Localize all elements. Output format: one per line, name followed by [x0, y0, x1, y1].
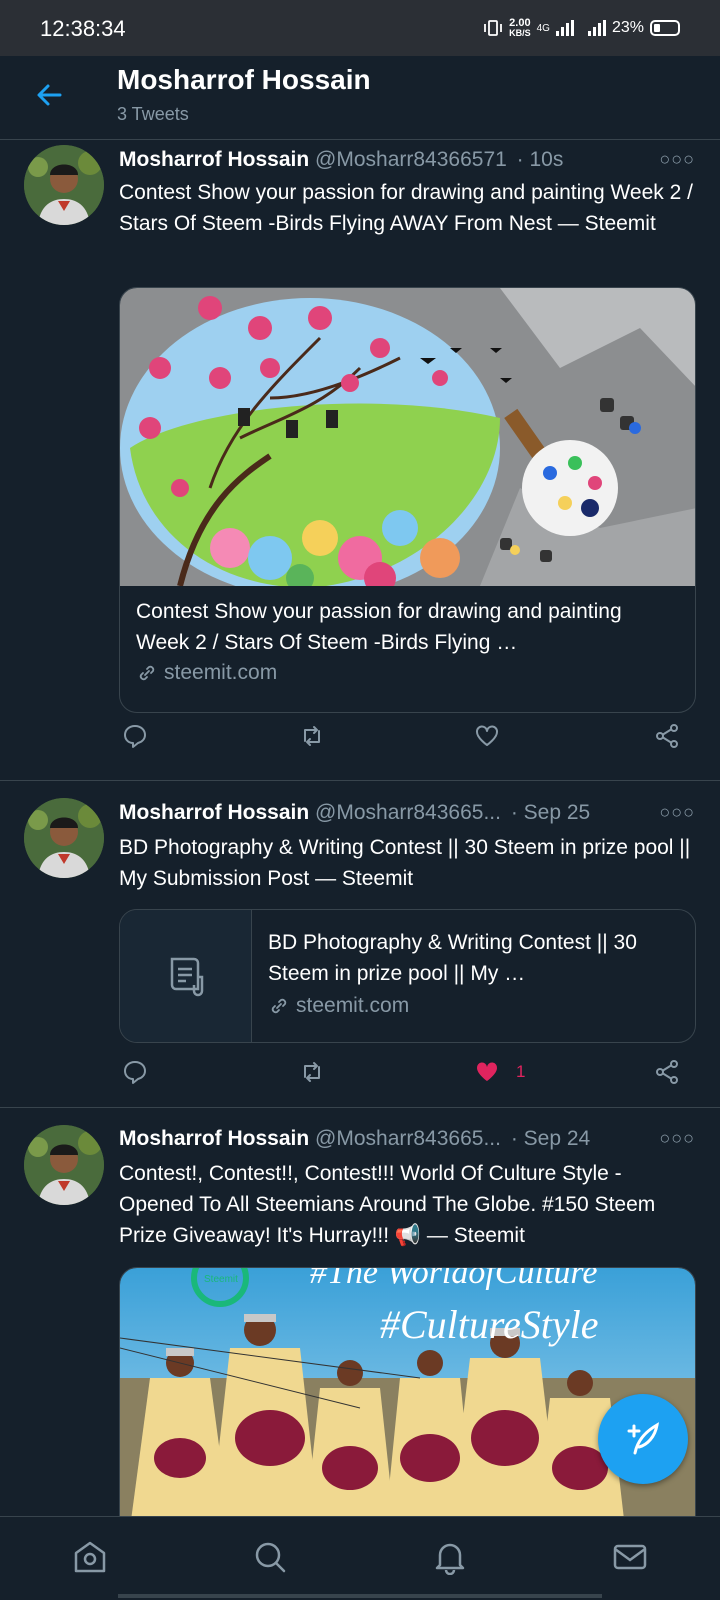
- tweet-handle: @Mosharr843665...: [315, 1127, 501, 1150]
- tweet-actions: 1: [119, 1059, 699, 1089]
- media-image[interactable]: Steemit #The WorldofCulture #CultureStyl…: [119, 1267, 696, 1527]
- home-icon: [74, 1541, 106, 1573]
- page-title: Mosharrof Hossain: [117, 64, 371, 95]
- link-card[interactable]: BD Photography & Writing Contest || 30 S…: [119, 909, 696, 1043]
- like-count: 1: [516, 1062, 526, 1081]
- heart-filled-icon: [476, 1062, 498, 1081]
- signal-icon-2: [587, 20, 606, 36]
- status-time: 12:38:34: [40, 16, 126, 41]
- card-thumbnail: [120, 910, 252, 1042]
- tweet-actions: [119, 723, 699, 753]
- reply-button[interactable]: [122, 1059, 148, 1085]
- link-icon: [139, 665, 155, 681]
- tweet-count: 3 Tweets: [117, 104, 189, 124]
- tweet-author[interactable]: Mosharrof Hossain @Mosharr843665... · Se…: [119, 1127, 590, 1151]
- tweet-time: · 10s: [516, 148, 564, 171]
- reply-icon: [124, 1061, 146, 1084]
- bottom-navigation: [0, 1516, 720, 1600]
- card-title: BD Photography & Writing Contest || 30 S…: [268, 931, 637, 985]
- retweet-button[interactable]: [299, 1059, 325, 1085]
- mail-icon: [613, 1544, 647, 1570]
- like-button[interactable]: 1: [474, 1059, 525, 1085]
- tweet-author[interactable]: Mosharrof Hossain @Mosharr843665... · Se…: [119, 801, 590, 825]
- more-options-icon[interactable]: ○○○: [659, 802, 695, 823]
- signal-icon: [555, 20, 574, 36]
- nav-search[interactable]: [250, 1537, 290, 1577]
- document-icon: [170, 957, 203, 997]
- status-bar: 12:38:34 2.00 KB/S 4G 23%: [0, 0, 720, 56]
- more-options-icon[interactable]: ○○○: [659, 149, 695, 170]
- tweet-time: · Sep 24: [510, 1127, 591, 1150]
- retweet-icon: [304, 1062, 320, 1082]
- avatar[interactable]: [24, 798, 104, 878]
- reply-icon: [124, 725, 146, 748]
- avatar[interactable]: [24, 1125, 104, 1205]
- avatar[interactable]: [24, 145, 104, 225]
- network-type: 4G: [536, 22, 550, 34]
- link-card[interactable]: Contest Show your passion for drawing an…: [119, 287, 696, 713]
- compose-icon: [627, 1422, 660, 1455]
- like-button[interactable]: [474, 723, 500, 749]
- tweet-text: BD Photography & Writing Contest || 30 S…: [119, 836, 691, 890]
- share-button[interactable]: [654, 1059, 680, 1085]
- share-icon: [656, 1060, 678, 1084]
- nav-notifications[interactable]: [430, 1537, 470, 1577]
- profile-header: Mosharrof Hossain 3 Tweets: [0, 56, 720, 140]
- share-button[interactable]: [654, 723, 680, 749]
- status-icons: 2.00 KB/S 4G 23%: [483, 18, 680, 38]
- image-line-2: #CultureStyle: [380, 1302, 598, 1347]
- battery-percent: 23%: [611, 19, 644, 36]
- tweet-item[interactable]: Mosharrof Hossain @Mosharr843665... · Se…: [0, 782, 720, 1108]
- card-domain: steemit.com: [268, 994, 409, 1018]
- card-image: [120, 288, 695, 586]
- link-icon: [271, 998, 287, 1014]
- image-line-1: #The WorldofCulture: [310, 1268, 597, 1291]
- tweet-time: · Sep 25: [510, 801, 591, 824]
- image-badge: Steemit: [204, 1274, 238, 1285]
- search-icon: [255, 1542, 286, 1573]
- more-options-icon[interactable]: ○○○: [659, 1128, 695, 1149]
- retweet-button[interactable]: [299, 723, 325, 749]
- back-arrow-icon[interactable]: [34, 80, 64, 110]
- compose-tweet-button[interactable]: [598, 1394, 688, 1484]
- gesture-bar: [118, 1594, 602, 1598]
- heart-icon: [476, 725, 498, 746]
- battery-icon: [650, 20, 680, 36]
- vibrate-icon: [484, 20, 503, 36]
- tweet-handle: @Mosharr84366571: [315, 148, 507, 171]
- card-domain: steemit.com: [136, 661, 277, 685]
- share-icon: [656, 724, 678, 748]
- reply-button[interactable]: [122, 723, 148, 749]
- culture-photo: Steemit #The WorldofCulture #CultureStyl…: [120, 1268, 695, 1526]
- tweet-text: Contest!, Contest!!, Contest!!! World Of…: [119, 1162, 656, 1247]
- tweet-author[interactable]: Mosharrof Hossain @Mosharr84366571 · 10s: [119, 148, 563, 172]
- tweet-item[interactable]: Mosharrof Hossain @Mosharr84366571 · 10s…: [0, 141, 720, 781]
- tweet-handle: @Mosharr843665...: [315, 801, 501, 824]
- bell-icon: [435, 1543, 465, 1575]
- card-title: Contest Show your passion for drawing an…: [136, 600, 622, 654]
- tweet-text: Contest Show your passion for drawing an…: [119, 181, 693, 235]
- nav-home[interactable]: [70, 1537, 110, 1577]
- net-speed: 2.00 KB/S: [509, 17, 531, 39]
- nav-messages[interactable]: [610, 1537, 650, 1577]
- retweet-icon: [304, 726, 320, 746]
